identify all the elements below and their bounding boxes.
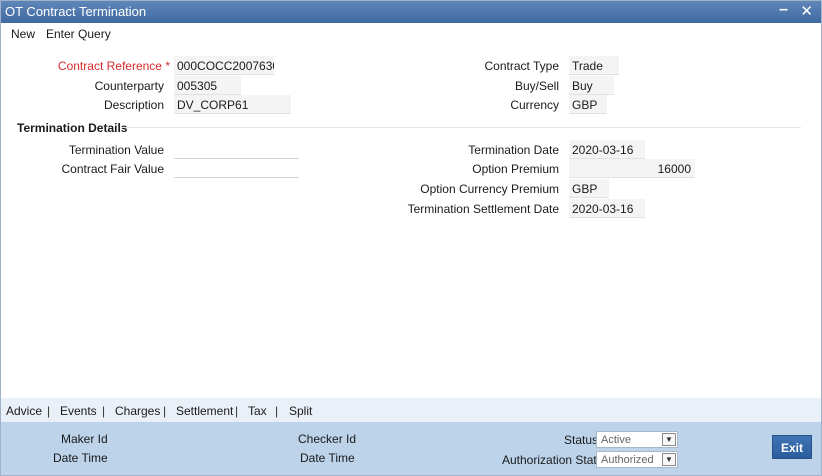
tab-separator: | [102, 404, 106, 418]
title-bar: OT Contract Termination – ✕ [1, 1, 821, 23]
menu-enter-query[interactable]: Enter Query [46, 27, 111, 41]
buy-sell-label: Buy/Sell [514, 79, 559, 93]
checker-date-time-label: Date Time [300, 451, 355, 465]
status-label: Status [564, 433, 599, 447]
chevron-down-icon[interactable]: ▼ [662, 433, 676, 446]
audit-footer: Maker Id Date Time Checker Id Date Time … [1, 422, 821, 475]
maker-id-label: Maker Id [61, 432, 108, 446]
termination-date-label: Termination Date [468, 143, 559, 157]
contract-reference-field[interactable]: 000COCC20076302 [174, 56, 274, 75]
section-divider [121, 127, 801, 128]
chevron-down-icon[interactable]: ▼ [662, 453, 676, 466]
termination-settlement-date-field[interactable]: 2020-03-16 [569, 199, 645, 218]
currency-label: Currency [510, 98, 559, 112]
contract-termination-window: OT Contract Termination – ✕ New Enter Qu… [0, 0, 822, 476]
menu-new[interactable]: New [11, 27, 35, 41]
option-currency-premium-field[interactable]: GBP [569, 179, 609, 198]
status-select[interactable]: Active ▼ [596, 431, 678, 448]
tab-settlement[interactable]: Settlement [176, 404, 233, 418]
description-label: Description [103, 98, 164, 112]
exit-button[interactable]: Exit [772, 435, 812, 459]
close-icon[interactable]: ✕ [800, 2, 813, 20]
termination-date-field[interactable]: 2020-03-16 [569, 140, 645, 159]
option-currency-premium-label: Option Currency Premium [420, 182, 559, 196]
contract-type-field[interactable]: Trade [569, 56, 619, 75]
tab-tax[interactable]: Tax [248, 404, 267, 418]
contract-fair-value-input[interactable] [174, 159, 299, 178]
tab-separator: | [163, 404, 167, 418]
termination-settlement-date-label: Termination Settlement Date [407, 202, 559, 216]
tab-strip: Advice | Events | Charges | Settlement |… [1, 398, 821, 422]
counterparty-label: Counterparty [94, 79, 164, 93]
authorization-status-value: Authorized [601, 454, 654, 466]
tab-separator: | [275, 404, 279, 418]
authorization-status-label: Authorization Status [502, 453, 610, 467]
tab-separator: | [47, 404, 51, 418]
status-value: Active [601, 434, 631, 446]
checker-id-label: Checker Id [298, 432, 357, 446]
termination-value-label: Termination Value [68, 143, 164, 157]
description-field[interactable]: DV_CORP61 [174, 95, 291, 114]
currency-field[interactable]: GBP [569, 95, 607, 114]
option-premium-field[interactable]: 16000 [569, 159, 695, 178]
minimize-icon[interactable]: – [779, 1, 788, 19]
option-premium-label: Option Premium [472, 162, 559, 176]
tab-events[interactable]: Events [60, 404, 97, 418]
authorization-status-select[interactable]: Authorized ▼ [596, 451, 678, 468]
tab-separator: | [235, 404, 239, 418]
buy-sell-field[interactable]: Buy [569, 76, 614, 95]
termination-value-input[interactable] [174, 140, 299, 159]
tab-split[interactable]: Split [289, 404, 312, 418]
menu-bar: New Enter Query [1, 24, 821, 44]
tab-advice[interactable]: Advice [6, 404, 42, 418]
termination-details-heading: Termination Details [17, 121, 128, 135]
contract-reference-label: Contract Reference * [57, 59, 170, 73]
contract-type-label: Contract Type [484, 59, 559, 73]
counterparty-field[interactable]: 005305 [174, 76, 241, 95]
contract-fair-value-label: Contract Fair Value [61, 162, 165, 176]
window-title: OT Contract Termination [5, 4, 147, 19]
maker-date-time-label: Date Time [53, 451, 108, 465]
tab-charges[interactable]: Charges [115, 404, 160, 418]
